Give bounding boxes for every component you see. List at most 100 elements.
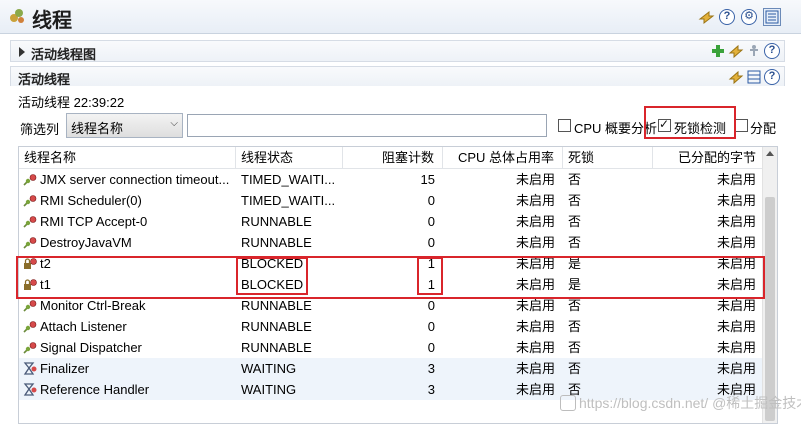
deadlock-detection-checkbox[interactable]: [658, 117, 671, 132]
cpu-usage-cell: 未启用: [515, 193, 555, 208]
table-row[interactable]: t2 BLOCKED 1 未启用是未启用: [19, 253, 764, 274]
deadlock-cell: 否: [568, 214, 582, 229]
cpu-usage-cell: 未启用: [515, 319, 555, 334]
column-header-cpu[interactable]: CPU 总体占用率: [443, 147, 563, 169]
cpu-profiling-checkbox[interactable]: [558, 119, 571, 132]
table-row[interactable]: DestroyJavaVM RUNNABLE 0 未启用否未启用: [19, 232, 764, 253]
watermark-logo: [560, 395, 576, 411]
filter-input[interactable]: [187, 114, 547, 137]
thread-name-label: t2: [40, 256, 51, 271]
help-icon[interactable]: ?: [764, 69, 780, 85]
refresh-arrow-icon: [698, 10, 715, 25]
threads-table[interactable]: 线程名称 线程状态 阻塞计数 CPU 总体占用率 死锁 已分配的字节 JMX s…: [18, 146, 778, 424]
table-row[interactable]: RMI TCP Accept-0 RUNNABLE 0 未启用否未启用: [19, 211, 764, 232]
table-row[interactable]: RMI Scheduler(0) TIMED_WAITI... 0 未启用否未启用: [19, 190, 764, 211]
allocated-bytes-cell: 未启用: [716, 361, 756, 376]
active-threads-section-header: 活动线程 ?: [10, 66, 785, 87]
thread-name-label: JMX server connection timeout...: [40, 172, 230, 187]
threads-view-icon: [10, 9, 24, 23]
column-header-blocked-count[interactable]: 阻塞计数: [343, 147, 443, 169]
accessibility-icon[interactable]: [747, 44, 761, 58]
blocked-count-cell: 0: [427, 214, 435, 229]
allocated-bytes-cell: 未启用: [716, 193, 756, 208]
running-thread-icon: [23, 237, 37, 249]
view-title-bar: 线程 ? ⚙: [0, 0, 801, 34]
running-thread-icon: [23, 300, 37, 312]
scroll-up-icon[interactable]: [766, 151, 774, 156]
expand-arrow-icon[interactable]: [19, 47, 25, 57]
deadlock-cell: 是: [568, 277, 582, 292]
help-icon: ?: [719, 9, 735, 25]
table-row[interactable]: Finalizer WAITING 3 未启用否未启用: [19, 358, 764, 379]
table-row[interactable]: t1 BLOCKED 1 未启用是未启用: [19, 274, 764, 295]
running-thread-icon: [23, 216, 37, 228]
thread-state-cell: RUNNABLE: [241, 214, 312, 229]
allocated-bytes-cell: 未启用: [716, 256, 756, 271]
thread-state-cell: TIMED_WAITI...: [241, 172, 336, 187]
allocated-bytes-cell: 未启用: [716, 340, 756, 355]
running-thread-icon: [23, 195, 37, 207]
filter-column-label: 筛选列: [20, 122, 60, 137]
thread-name-cell: RMI Scheduler(0): [19, 190, 236, 211]
cpu-usage-cell: 未启用: [515, 235, 555, 250]
thread-state-cell: RUNNABLE: [241, 235, 312, 250]
allocation-checkbox[interactable]: [735, 119, 748, 132]
table-row[interactable]: JMX server connection timeout... TIMED_WA…: [19, 169, 764, 190]
layout-toggle-button[interactable]: [763, 8, 781, 26]
thread-name-label: RMI TCP Accept-0: [40, 214, 148, 229]
thread-name-cell: DestroyJavaVM: [19, 232, 236, 253]
cpu-usage-cell: 未启用: [515, 256, 555, 271]
deadlock-cell: 否: [568, 298, 582, 313]
thread-name-label: t1: [40, 277, 51, 292]
blocked-count-cell: 0: [427, 319, 435, 334]
refresh-icon[interactable]: [728, 69, 744, 85]
column-header-name[interactable]: 线程名称: [19, 147, 236, 169]
filter-column-select[interactable]: 线程名称 ⌵: [66, 113, 183, 138]
blocked-count-cell: 3: [427, 361, 435, 376]
deadlock-cell: 否: [568, 319, 582, 334]
running-thread-icon: [23, 342, 37, 354]
thread-name-label: Monitor Ctrl-Break: [40, 298, 146, 313]
thread-name-cell: Reference Handler: [19, 379, 236, 400]
help-icon[interactable]: ?: [764, 43, 780, 59]
thread-name-cell: Signal Dispatcher: [19, 337, 236, 358]
vertical-scrollbar[interactable]: [762, 147, 777, 423]
thread-name-cell: RMI TCP Accept-0: [19, 211, 236, 232]
scrollbar-thumb[interactable]: [765, 197, 775, 421]
thread-name-label: Attach Listener: [40, 319, 127, 334]
blocked-count-cell: 0: [427, 340, 435, 355]
column-header-state[interactable]: 线程状态: [236, 147, 343, 169]
thread-state-cell: RUNNABLE: [241, 298, 312, 313]
active-threads-timestamp: 活动线程 22:39:22: [18, 95, 125, 110]
help-button[interactable]: ?: [718, 8, 736, 26]
cpu-usage-cell: 未启用: [515, 340, 555, 355]
chevron-down-icon: ⌵: [170, 118, 178, 129]
table-view-icon[interactable]: [747, 70, 761, 84]
thread-name-cell: Attach Listener: [19, 316, 236, 337]
add-chart-icon[interactable]: [711, 44, 725, 58]
table-row[interactable]: Monitor Ctrl-Break RUNNABLE 0 未启用否未启用: [19, 295, 764, 316]
thread-name-label: Reference Handler: [40, 382, 150, 397]
refresh-button[interactable]: [697, 8, 715, 26]
allocated-bytes-cell: 未启用: [716, 214, 756, 229]
blocked-count-cell: 0: [427, 235, 435, 250]
column-header-allocated-bytes[interactable]: 已分配的字节: [653, 147, 764, 169]
thread-state-cell: RUNNABLE: [241, 319, 312, 334]
blocked-count-cell: 0: [427, 193, 435, 208]
thread-graph-section-header[interactable]: 活动线程图 ?: [10, 40, 785, 62]
refresh-icon[interactable]: [728, 43, 744, 59]
deadlock-detection-label: 死锁检测: [674, 121, 727, 136]
deadlock-cell: 否: [568, 340, 582, 355]
table-row[interactable]: Signal Dispatcher RUNNABLE 0 未启用否未启用: [19, 337, 764, 358]
running-thread-icon: [23, 321, 37, 333]
thread-name-cell: Monitor Ctrl-Break: [19, 295, 236, 316]
blocked-count-cell: 1: [427, 256, 435, 271]
table-row[interactable]: Attach Listener RUNNABLE 0 未启用否未启用: [19, 316, 764, 337]
gear-icon: ⚙: [741, 9, 757, 25]
column-header-deadlock[interactable]: 死锁: [563, 147, 653, 169]
filter-column-value: 线程名称: [71, 121, 124, 136]
settings-button[interactable]: ⚙: [740, 8, 758, 26]
thread-graph-section-title: 活动线程图: [31, 47, 97, 62]
cpu-usage-cell: 未启用: [515, 298, 555, 313]
deadlock-cell: 否: [568, 235, 582, 250]
